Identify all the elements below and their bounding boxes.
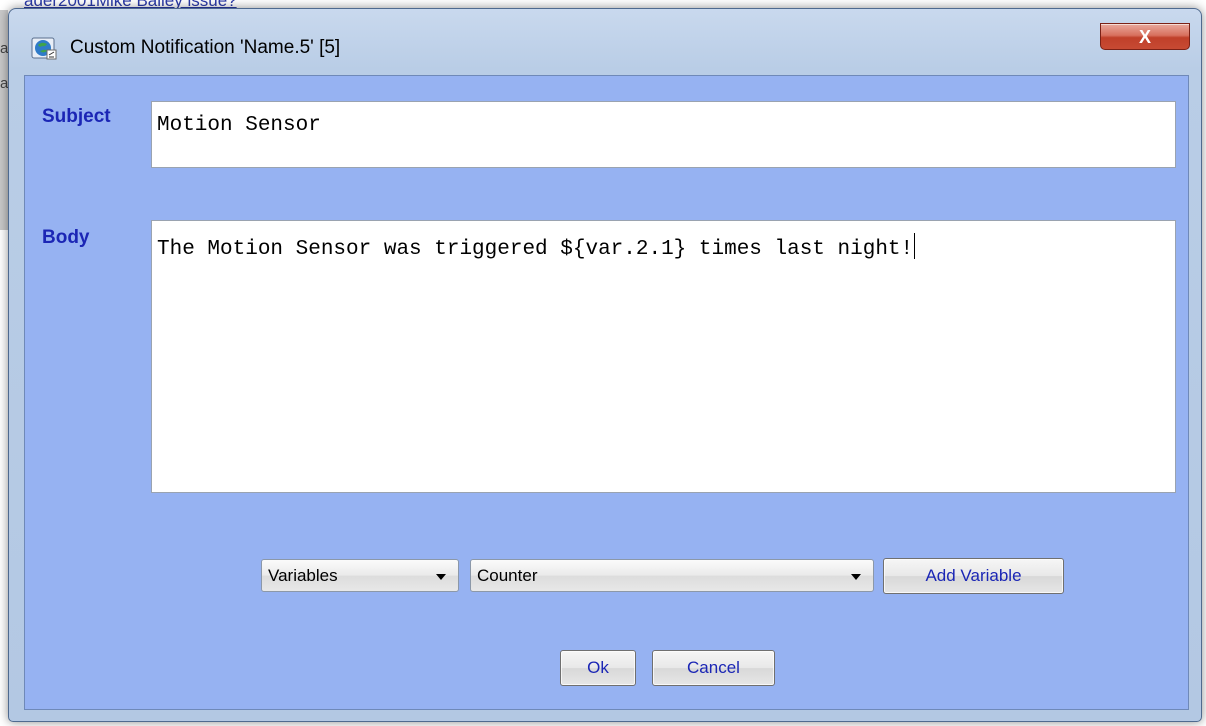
cancel-button[interactable]: Cancel xyxy=(652,650,775,686)
dialog-client-area: Subject Motion Sensor Body The Motion Se… xyxy=(24,75,1189,710)
notification-dialog: Custom Notification 'Name.5' [5] X Subje… xyxy=(8,8,1202,722)
body-text: The Motion Sensor was triggered ${var.2.… xyxy=(157,238,914,261)
variable-value: Counter xyxy=(477,566,538,585)
background-strip: a a xyxy=(0,10,8,230)
body-field[interactable]: The Motion Sensor was triggered ${var.2.… xyxy=(151,220,1176,493)
close-icon: X xyxy=(1138,27,1151,47)
add-variable-button[interactable]: Add Variable xyxy=(883,558,1064,594)
text-caret xyxy=(914,233,916,259)
variable-type-select[interactable]: Variables xyxy=(261,559,459,592)
subject-field[interactable]: Motion Sensor xyxy=(151,101,1176,168)
ok-button[interactable]: Ok xyxy=(560,650,636,686)
subject-label: Subject xyxy=(42,106,111,127)
chevron-down-icon xyxy=(851,574,861,580)
body-label: Body xyxy=(42,227,90,248)
close-button[interactable]: X xyxy=(1100,23,1190,50)
variable-type-value: Variables xyxy=(268,566,338,585)
title-bar[interactable]: Custom Notification 'Name.5' [5] X xyxy=(9,9,1201,69)
chevron-down-icon xyxy=(436,574,446,580)
variable-select[interactable]: Counter xyxy=(470,559,874,592)
window-title: Custom Notification 'Name.5' [5] xyxy=(70,37,341,58)
globe-icon xyxy=(31,36,57,60)
